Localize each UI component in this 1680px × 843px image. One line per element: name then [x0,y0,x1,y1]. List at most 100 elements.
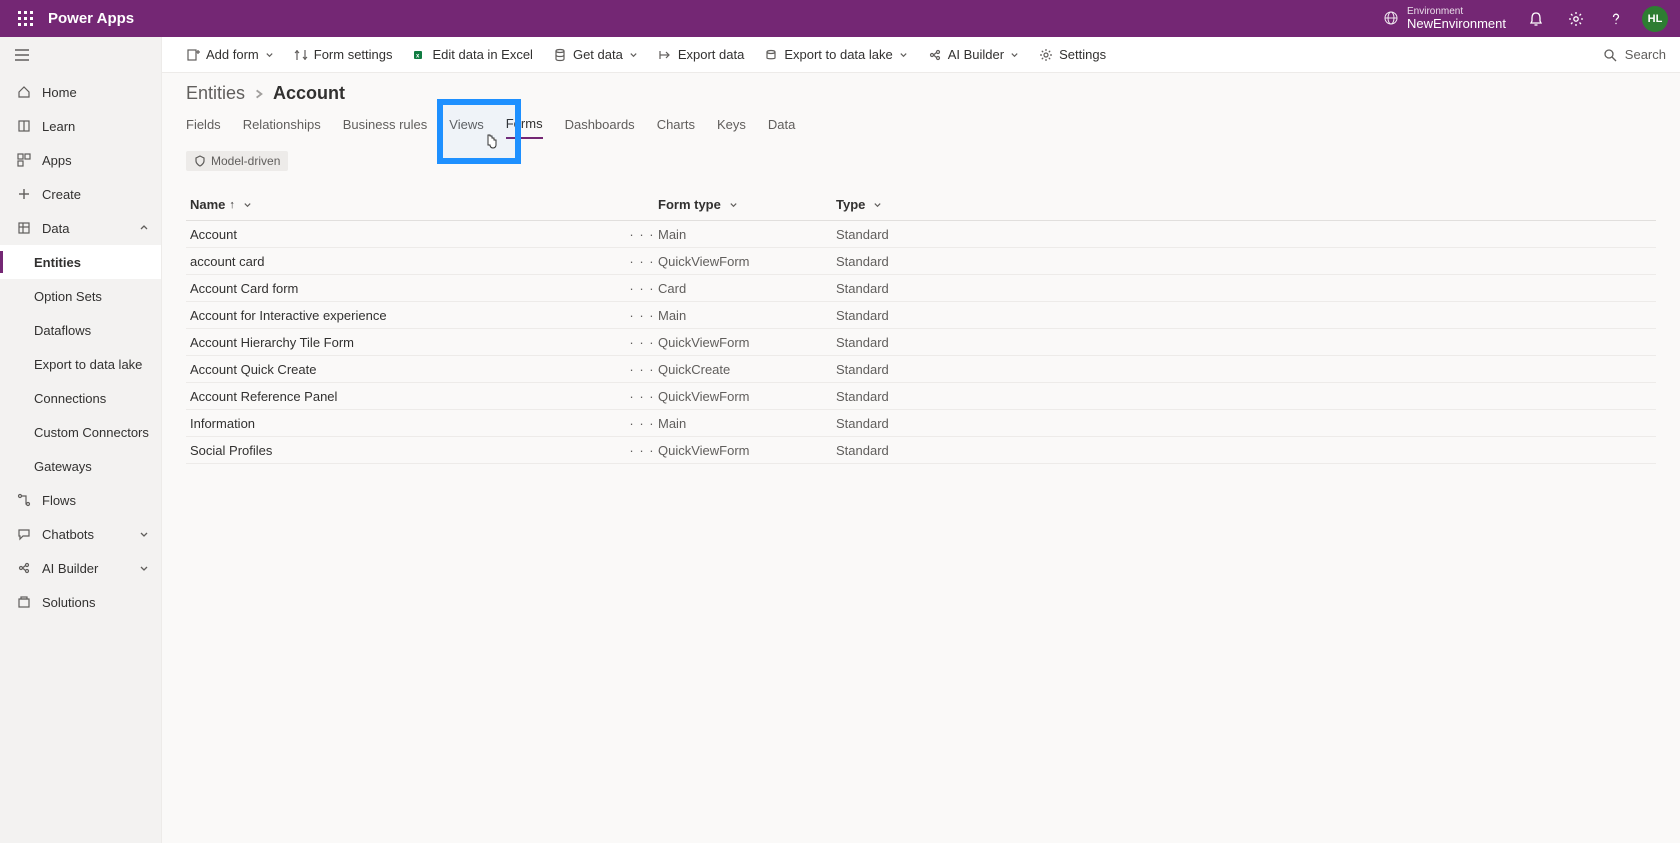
sidebar-item-ai-builder[interactable]: AI Builder [0,551,161,585]
add-form-icon [186,48,200,62]
row-more-icon[interactable]: · · · [626,335,658,350]
tab-dashboards[interactable]: Dashboards [565,117,635,138]
sidebar-item-entities[interactable]: Entities [0,245,161,279]
cmd-export-data[interactable]: Export data [658,47,745,62]
column-header-name[interactable]: Name ↑ [186,197,658,212]
column-header-formtype[interactable]: Form type [658,197,836,212]
row-more-icon[interactable]: · · · [626,416,658,431]
sidebar-item-label: Connections [34,391,106,406]
column-header-label: Form type [658,197,721,212]
content: Entities Account Fields Relationships Bu… [162,73,1680,843]
table-row[interactable]: Account Card form· · ·CardStandard [186,275,1656,302]
cmd-export-lake[interactable]: Export to data lake [764,47,907,62]
row-more-icon[interactable]: · · · [626,389,658,404]
tab-business-rules[interactable]: Business rules [343,117,428,138]
table-row[interactable]: account card· · ·QuickViewFormStandard [186,248,1656,275]
cell-type: Standard [836,389,1656,404]
search-box[interactable]: Search [1603,47,1666,62]
table-row[interactable]: Account for Interactive experience· · ·M… [186,302,1656,329]
sidebar-item-label: Chatbots [42,527,94,542]
lake-icon [764,48,778,62]
table-row[interactable]: Social Profiles· · ·QuickViewFormStandar… [186,437,1656,464]
table-row[interactable]: Account Quick Create· · ·QuickCreateStan… [186,356,1656,383]
row-more-icon[interactable]: · · · [626,308,658,323]
tab-charts[interactable]: Charts [657,117,695,138]
sidebar-item-home[interactable]: Home [0,75,161,109]
plus-icon [14,187,34,201]
sidebar-item-label: Apps [42,153,72,168]
app-title[interactable]: Power Apps [48,10,134,27]
cmd-label: Export data [678,47,745,62]
sidebar-item-label: Entities [34,255,81,270]
cmd-settings[interactable]: Settings [1039,47,1106,62]
cell-name: account card [186,254,626,269]
row-more-icon[interactable]: · · · [626,227,658,242]
breadcrumb-parent[interactable]: Entities [186,83,245,104]
cmd-add-form[interactable]: Add form [186,47,274,62]
sidebar-item-gateways[interactable]: Gateways [0,449,161,483]
cell-name: Social Profiles [186,443,626,458]
sidebar: Home Learn Apps Create Data Entities [0,37,162,843]
row-more-icon[interactable]: · · · [626,254,658,269]
table-row[interactable]: Account· · ·MainStandard [186,221,1656,248]
chevron-down-icon [629,50,638,59]
sidebar-item-label: Data [42,221,69,236]
cell-formtype: QuickViewForm [658,335,836,350]
sidebar-item-label: Flows [42,493,76,508]
hamburger-icon[interactable] [14,47,30,63]
cmd-ai-builder[interactable]: AI Builder [928,47,1019,62]
tab-keys[interactable]: Keys [717,117,746,138]
sidebar-item-apps[interactable]: Apps [0,143,161,177]
help-icon[interactable] [1596,0,1636,37]
tab-fields[interactable]: Fields [186,117,221,138]
sidebar-item-flows[interactable]: Flows [0,483,161,517]
row-more-icon[interactable]: · · · [626,362,658,377]
sidebar-item-connections[interactable]: Connections [0,381,161,415]
filter-badge[interactable]: Model-driven [186,151,288,171]
row-more-icon[interactable]: · · · [626,443,658,458]
sidebar-item-label: Home [42,85,77,100]
filter-badge-label: Model-driven [211,154,280,168]
table-row[interactable]: Account Hierarchy Tile Form· · ·QuickVie… [186,329,1656,356]
sidebar-item-custom-connectors[interactable]: Custom Connectors [0,415,161,449]
sidebar-item-create[interactable]: Create [0,177,161,211]
sidebar-item-dataflows[interactable]: Dataflows [0,313,161,347]
sidebar-item-chatbots[interactable]: Chatbots [0,517,161,551]
sidebar-item-learn[interactable]: Learn [0,109,161,143]
tab-data[interactable]: Data [768,117,795,138]
sidebar-item-label: Export to data lake [34,357,142,372]
sidebar-item-label: Solutions [42,595,95,610]
sidebar-item-export-lake[interactable]: Export to data lake [0,347,161,381]
cmd-edit-excel[interactable]: x Edit data in Excel [413,47,533,62]
ai-icon [14,561,34,575]
tab-relationships[interactable]: Relationships [243,117,321,138]
cmd-get-data[interactable]: Get data [553,47,638,62]
sidebar-item-option-sets[interactable]: Option Sets [0,279,161,313]
cell-type: Standard [836,281,1656,296]
column-header-type[interactable]: Type [836,197,1656,212]
main: Add form Form settings x Edit data in Ex… [162,37,1680,843]
chevron-up-icon [139,223,149,233]
waffle-icon[interactable] [8,11,44,27]
avatar[interactable]: HL [1642,6,1668,32]
table-row[interactable]: Account Reference Panel· · ·QuickViewFor… [186,383,1656,410]
row-more-icon[interactable]: · · · [626,281,658,296]
sidebar-item-solutions[interactable]: Solutions [0,585,161,619]
home-icon [14,85,34,99]
gear-icon [1039,48,1053,62]
cmd-label: Form settings [314,47,393,62]
table-row[interactable]: Information· · ·MainStandard [186,410,1656,437]
notifications-icon[interactable] [1516,0,1556,37]
sidebar-item-data[interactable]: Data [0,211,161,245]
cmd-label: Settings [1059,47,1106,62]
apps-icon [14,153,34,167]
environment-picker[interactable]: Environment NewEnvironment [1383,6,1506,31]
cmd-form-settings[interactable]: Form settings [294,47,393,62]
settings-gear-icon[interactable] [1556,0,1596,37]
cmd-label: Get data [573,47,623,62]
breadcrumb-current: Account [273,83,345,104]
environment-icon [1383,10,1399,26]
database-icon [553,48,567,62]
cell-formtype: Main [658,227,836,242]
chevron-right-icon [253,88,265,100]
